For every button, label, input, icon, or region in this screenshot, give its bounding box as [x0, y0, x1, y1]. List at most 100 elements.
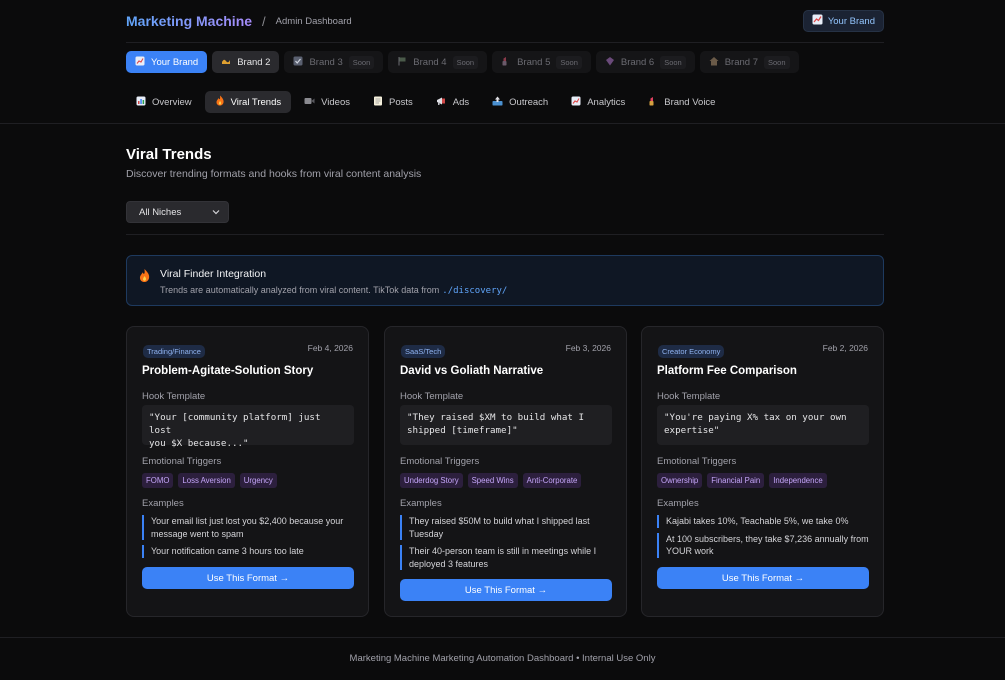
app-header: Marketing Machine / Admin Dashboard Your…	[126, 10, 884, 32]
tab-videos[interactable]: Videos	[294, 91, 360, 113]
example-item: At 100 subscribers, they take $7,236 ann…	[657, 532, 869, 558]
tab-overview[interactable]: Overview	[126, 91, 202, 113]
trend-date: Feb 2, 2026	[822, 343, 868, 353]
brand-tab-label: Brand 2	[237, 56, 271, 68]
tab-posts[interactable]: Posts	[363, 91, 423, 113]
tab-label: Overview	[152, 96, 192, 108]
trend-date: Feb 3, 2026	[565, 343, 611, 353]
brand-tab-label: Brand 4	[413, 56, 447, 68]
banner-text-body: Trends are automatically analyzed from v…	[160, 285, 440, 295]
bar-chart-icon	[136, 96, 146, 109]
trigger-chip: Anti-Corporate	[522, 473, 582, 488]
banner-title: Viral Finder Integration	[160, 268, 267, 280]
brand-tab-your-brand[interactable]: Your Brand	[126, 51, 208, 73]
soon-badge: Soon	[764, 55, 790, 69]
trend-card: SaaS/Tech Feb 3, 2026 David vs Goliath N…	[384, 326, 627, 617]
trend-card: Creator Economy Feb 2, 2026 Platform Fee…	[641, 326, 884, 617]
section-tabs: Overview Viral Trends Videos Posts Ads O…	[126, 91, 725, 113]
example-item: Their 40-person team is still in meeting…	[400, 545, 612, 570]
trend-title: David vs Goliath Narrative	[400, 365, 544, 377]
info-banner: Viral Finder Integration Trends are auto…	[126, 255, 884, 306]
trigger-chip: Underdog Story	[400, 473, 463, 488]
hook-template-label: Hook Template	[142, 391, 206, 402]
brand-tab-brand-7[interactable]: Brand 7 Soon	[699, 51, 799, 73]
trigger-chip: Loss Aversion	[178, 473, 235, 488]
brand-tabs: Your Brand Brand 2 Brand 3 Soon Brand 4 …	[126, 51, 799, 73]
brand-tab-label: Brand 6	[620, 56, 655, 68]
brand-tab-brand-4[interactable]: Brand 4 Soon	[388, 51, 488, 73]
tab-label: Ads	[452, 96, 470, 108]
soon-badge: Soon	[348, 55, 375, 69]
divider	[0, 637, 1005, 638]
use-format-button[interactable]: Use This Format →	[142, 567, 354, 589]
brand-tab-brand-3[interactable]: Brand 3 Soon	[284, 51, 384, 73]
emotional-triggers-label: Emotional Triggers	[400, 456, 480, 467]
outbox-icon	[492, 96, 503, 109]
examples-label: Examples	[657, 498, 699, 509]
niche-filter-value: All Niches	[139, 206, 182, 218]
chart-icon	[135, 56, 145, 69]
use-format-button[interactable]: Use This Format →	[400, 579, 612, 601]
trend-title: Problem-Agitate-Solution Story	[142, 365, 314, 377]
page-title: Viral Trends	[126, 146, 212, 163]
divider	[126, 42, 884, 43]
tab-label: Brand Voice	[664, 96, 716, 108]
tab-viral-trends[interactable]: Viral Trends	[204, 91, 292, 113]
memo-icon	[373, 96, 383, 109]
gem-icon	[605, 56, 615, 69]
trend-card: Trading/Finance Feb 4, 2026 Problem-Agit…	[126, 326, 369, 617]
trigger-chip: Independence	[769, 473, 827, 488]
trigger-chip: Speed Wins	[467, 473, 518, 488]
tab-label: Outreach	[509, 96, 549, 108]
tab-label: Videos	[321, 96, 350, 108]
niche-filter-select[interactable]: All Niches	[126, 201, 229, 223]
brand-tab-label: Brand 5	[517, 56, 551, 68]
trigger-list: Ownership Financial Pain Independence	[657, 473, 827, 488]
tab-ads[interactable]: Ads	[426, 91, 479, 113]
banner-text: Trends are automatically analyzed from v…	[160, 285, 507, 296]
trigger-chip: Urgency	[239, 473, 277, 488]
example-item: Your notification came 3 hours too late	[142, 545, 354, 558]
niche-tag: Creator Economy	[658, 345, 725, 358]
trigger-list: Underdog Story Speed Wins Anti-Corporate	[400, 473, 582, 488]
tab-outreach[interactable]: Outreach	[482, 91, 558, 113]
soon-badge: Soon	[556, 55, 582, 69]
brand-switcher-button[interactable]: Your Brand	[802, 10, 884, 32]
fire-icon	[215, 95, 225, 109]
video-icon	[304, 96, 315, 109]
fire-icon	[138, 268, 151, 286]
tab-label: Viral Trends	[230, 96, 282, 108]
niche-tag: Trading/Finance	[143, 345, 205, 358]
brand-tab-brand-6[interactable]: Brand 6 Soon	[595, 51, 695, 73]
lipstick-icon	[501, 56, 511, 69]
trigger-list: FOMO Loss Aversion Urgency	[142, 473, 277, 488]
hook-template-label: Hook Template	[657, 391, 721, 402]
trigger-chip: Ownership	[657, 473, 703, 488]
example-item: Your email list just lost you $2,400 bec…	[142, 515, 354, 540]
tab-analytics[interactable]: Analytics	[561, 91, 635, 113]
niche-tag: SaaS/Tech	[401, 345, 446, 358]
page-description: Discover trending formats and hooks from…	[126, 168, 422, 180]
divider	[126, 234, 884, 235]
brand-tab-brand-5[interactable]: Brand 5 Soon	[492, 51, 591, 73]
page-subtitle: Admin Dashboard	[275, 15, 352, 27]
trend-title: Platform Fee Comparison	[657, 365, 797, 377]
use-format-button[interactable]: Use This Format →	[657, 567, 869, 589]
check-box-icon	[293, 56, 303, 69]
hook-template: "You're paying X% tax on your own expert…	[657, 405, 869, 445]
emotional-triggers-label: Emotional Triggers	[142, 456, 222, 467]
example-list: Your email list just lost you $2,400 bec…	[142, 515, 354, 563]
brand-tab-brand-2[interactable]: Brand 2	[212, 51, 280, 73]
brand-tab-label: Brand 3	[309, 56, 343, 68]
examples-label: Examples	[142, 498, 184, 509]
tab-label: Posts	[389, 96, 413, 108]
soon-badge: Soon	[452, 55, 479, 69]
app-title[interactable]: Marketing Machine	[126, 13, 252, 29]
tab-brand-voice[interactable]: Brand Voice	[638, 91, 725, 113]
line-chart-icon	[571, 96, 581, 109]
soon-badge: Soon	[660, 55, 686, 69]
brand-tab-label: Your Brand	[151, 56, 199, 68]
brand-switcher-label: Your Brand	[827, 15, 875, 27]
trend-date: Feb 4, 2026	[307, 343, 353, 353]
megaphone-icon	[436, 96, 447, 109]
